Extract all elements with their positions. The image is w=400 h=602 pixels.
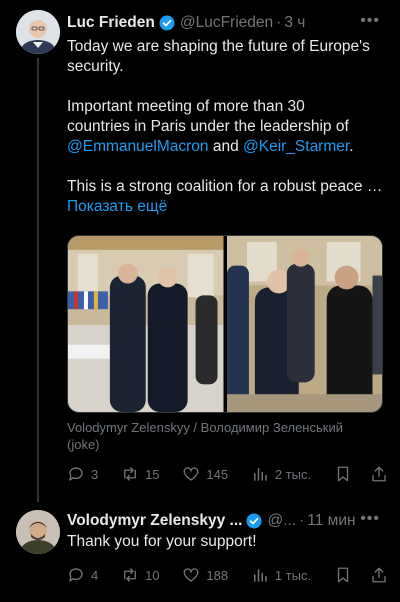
media-caption: Volodymyr Zelenskyy / Володимир Зеленськ… <box>67 419 388 453</box>
bookmark-button[interactable] <box>334 566 352 584</box>
text-line: Important meeting of more than 30 <box>67 98 305 115</box>
reply-icon <box>69 467 83 481</box>
text-line: Today we are shaping the future of Europ… <box>67 38 370 55</box>
share-icon <box>372 567 386 583</box>
like-icon <box>183 568 199 582</box>
separator: · <box>299 512 305 529</box>
reply-button[interactable]: 3 <box>67 465 98 483</box>
repost-button[interactable]: 15 <box>121 465 160 483</box>
verified-icon <box>159 15 175 31</box>
show-more-link[interactable]: Показать ещё <box>67 197 388 217</box>
action-right-group <box>334 566 388 584</box>
and-text: and <box>208 138 243 155</box>
reply-icon <box>69 568 83 582</box>
reply-count: 4 <box>91 567 99 583</box>
views-icon <box>253 569 267 582</box>
text-line: security. <box>67 58 124 75</box>
caption-line: Volodymyr Zelenskyy / Володимир Зеленськ… <box>67 420 343 435</box>
views-icon <box>253 468 267 481</box>
text-line: Thank you for your support! <box>67 533 257 550</box>
tweet-header: Volodymyr Zelenskyy ... @... · 11 мин ••… <box>67 510 390 532</box>
tweet-actions: 3 15 145 2 тыс. <box>67 464 388 484</box>
tweet-luc-frieden[interactable]: Luc Frieden @LucFrieden · 3 ч ••• Today … <box>0 0 400 502</box>
author-handle[interactable]: @... <box>267 512 296 530</box>
mention-macron[interactable]: @EmmanuelMacron <box>67 138 209 155</box>
repost-icon <box>124 568 136 582</box>
text-line: This is a strong coalition for a robust … <box>67 178 383 195</box>
views-button[interactable]: 1 тыс. <box>251 566 311 584</box>
bookmark-icon <box>337 567 349 583</box>
timestamp[interactable]: 11 мин <box>307 512 355 530</box>
reply-count: 3 <box>91 466 99 482</box>
share-button[interactable] <box>370 465 388 483</box>
views-count: 1 тыс. <box>274 567 312 583</box>
author-name[interactable]: Volodymyr Zelenskyy ... <box>67 512 242 530</box>
caption-line: (joke) <box>67 437 100 452</box>
views-count: 2 тыс. <box>274 466 312 482</box>
bookmark-button[interactable] <box>334 465 352 483</box>
tweet-text: Today we are shaping the future of Europ… <box>67 37 388 217</box>
avatar[interactable] <box>16 510 60 554</box>
more-icon[interactable]: ••• <box>360 510 380 528</box>
action-right-group <box>334 465 388 483</box>
tweet-actions: 4 10 188 1 тыс. <box>67 565 388 585</box>
repost-count: 10 <box>145 567 160 583</box>
photo-2[interactable] <box>226 236 382 412</box>
share-icon <box>372 466 386 482</box>
thread-line <box>37 58 39 502</box>
repost-icon <box>124 467 136 481</box>
like-button[interactable]: 188 <box>182 566 228 584</box>
verified-icon <box>246 513 262 529</box>
separator: · <box>276 14 282 31</box>
repost-button[interactable]: 10 <box>121 566 160 584</box>
like-count: 188 <box>206 567 229 583</box>
like-button[interactable]: 145 <box>182 465 228 483</box>
reply-button[interactable]: 4 <box>67 566 98 584</box>
avatar[interactable] <box>16 10 60 54</box>
bookmark-icon <box>337 466 349 482</box>
mentions-line: @EmmanuelMacron and @Keir_Starmer. <box>67 137 388 157</box>
author-name[interactable]: Luc Frieden <box>67 14 155 32</box>
timestamp[interactable]: 3 ч <box>284 14 305 32</box>
media-gallery[interactable] <box>67 235 383 413</box>
tweet-header: Luc Frieden @LucFrieden · 3 ч ••• <box>67 12 390 34</box>
like-count: 145 <box>206 466 229 482</box>
views-button[interactable]: 2 тыс. <box>251 465 311 483</box>
period: . <box>349 138 354 155</box>
share-button[interactable] <box>370 566 388 584</box>
text-line: countries in Paris under the leadership … <box>67 118 349 135</box>
repost-count: 15 <box>145 466 160 482</box>
tweet-text: Thank you for your support! <box>67 532 388 552</box>
mention-starmer[interactable]: @Keir_Starmer <box>243 138 349 155</box>
author-handle[interactable]: @LucFrieden <box>180 14 273 32</box>
like-icon <box>183 467 199 481</box>
photo-1[interactable] <box>68 236 224 412</box>
more-icon[interactable]: ••• <box>360 12 380 30</box>
